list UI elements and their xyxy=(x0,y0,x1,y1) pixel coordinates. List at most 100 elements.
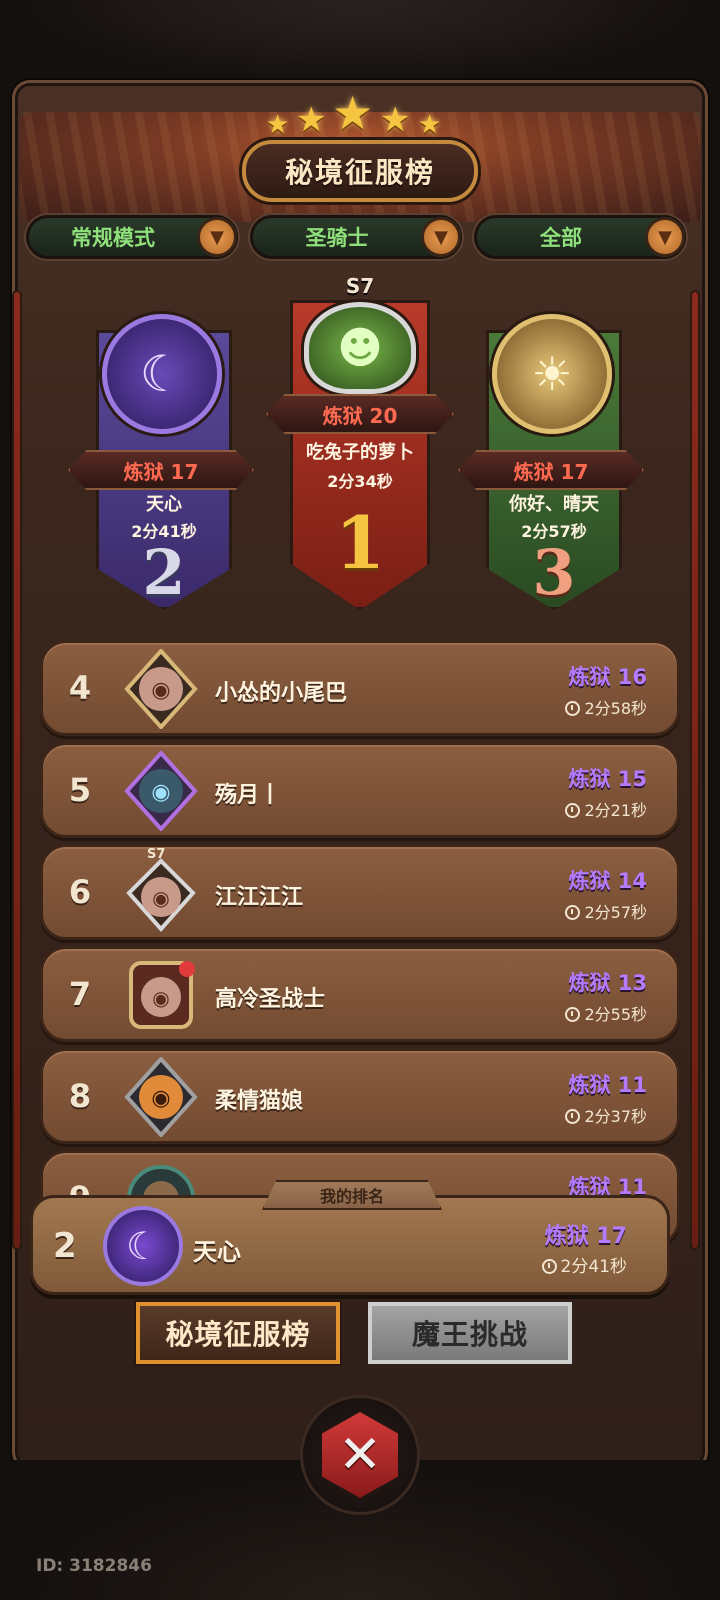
leaderboard-row[interactable]: 7 ◉ 高冷圣战士 炼狱 13 2分55秒 xyxy=(40,946,680,1042)
player-time: 2分34秒 xyxy=(327,472,393,491)
my-rank-card[interactable]: 2 ☾ 天心 炼狱 17 2分41秒 xyxy=(30,1195,670,1295)
tier-label: 炼狱 15 xyxy=(568,767,647,791)
hero-portrait-icon: ☀ xyxy=(531,347,573,401)
user-id-label: ID: 3182846 xyxy=(36,1556,152,1576)
rank-number: 1 xyxy=(334,500,386,585)
player-avatar: ◉ S7 xyxy=(123,847,199,933)
my-avatar: ☾ xyxy=(103,1206,183,1286)
svg-text:◉: ◉ xyxy=(152,986,169,1010)
season-badge: S7 xyxy=(147,847,166,862)
my-rank-number: 2 xyxy=(53,1226,77,1266)
player-avatar: ◉ xyxy=(123,955,199,1035)
row-rank: 5 xyxy=(68,771,92,809)
player-name: 高冷圣战士 xyxy=(215,987,326,1012)
player-avatar: ◉ xyxy=(123,648,199,730)
time-value: 2分21秒 xyxy=(584,801,647,820)
time-value: 2分37秒 xyxy=(584,1107,647,1126)
tier-badge: 炼狱 17 xyxy=(68,450,254,490)
mode-filter-label: 常规模式 xyxy=(71,226,155,250)
tier-label: 炼狱 16 xyxy=(568,665,647,689)
clock-icon xyxy=(565,803,581,818)
star-icon: ★ xyxy=(296,100,327,140)
battle-button[interactable]: ✕ xyxy=(300,1395,420,1515)
tab-demon-challenge[interactable]: 魔王挑战 xyxy=(368,1302,572,1364)
scope-filter-dropdown[interactable]: 全部 ▼ xyxy=(474,215,686,259)
time-value: 2分58秒 xyxy=(584,699,647,718)
page-title-plate: 秘境征服榜 xyxy=(242,140,478,202)
dropdown-arrow-icon[interactable]: ▼ xyxy=(421,217,461,257)
moon-emblem-icon: ☾ xyxy=(125,1224,161,1268)
clock-icon xyxy=(565,701,581,716)
player-avatar: ☾ xyxy=(102,314,222,434)
time-label: 2分55秒 xyxy=(565,1001,647,1025)
tier-label: 炼狱 14 xyxy=(568,869,647,893)
svg-text:◉: ◉ xyxy=(151,780,170,805)
time-label: 2分57秒 xyxy=(565,899,647,923)
player-name: 天心 xyxy=(146,494,182,515)
moon-emblem-icon: ☾ xyxy=(139,345,185,403)
svg-text:◉: ◉ xyxy=(151,1086,170,1111)
time-value: 2分57秒 xyxy=(584,903,647,922)
crossed-swords-icon: ✕ xyxy=(322,1412,398,1498)
top-decoration xyxy=(0,0,720,90)
my-player-name: 天心 xyxy=(193,1238,241,1266)
dropdown-arrow-icon[interactable]: ▼ xyxy=(645,217,685,257)
tier-label: 炼狱 11 xyxy=(568,1073,647,1097)
star-icon: ★ xyxy=(332,86,374,140)
right-side-bar xyxy=(690,290,700,1250)
my-time-value: 2分41秒 xyxy=(560,1257,627,1277)
star-icon: ★ xyxy=(418,110,442,140)
clock-icon xyxy=(565,1109,581,1124)
player-name: 柔情猫娘 xyxy=(215,1089,304,1114)
my-time-label: 2分41秒 xyxy=(541,1252,627,1277)
player-avatar: ◉ xyxy=(123,750,199,832)
player-name: 殇月丨 xyxy=(215,783,282,808)
row-rank: 7 xyxy=(68,975,92,1013)
monster-portrait-icon: ☻ xyxy=(337,322,383,374)
player-name: 你好、晴天 xyxy=(509,494,599,515)
time-label: 2分58秒 xyxy=(565,695,647,719)
scope-filter-label: 全部 xyxy=(540,226,582,250)
clock-icon xyxy=(541,1259,557,1274)
row-rank: 6 xyxy=(68,873,92,911)
svg-text:◉: ◉ xyxy=(151,678,170,703)
class-filter-dropdown[interactable]: 圣骑士 ▼ xyxy=(250,215,462,259)
leaderboard-row[interactable]: 6 ◉ S7 江江江江 炼狱 14 2分57秒 xyxy=(40,844,680,940)
dropdown-arrow-icon[interactable]: ▼ xyxy=(197,217,237,257)
rating-stars: ★ ★ ★ ★ ★ xyxy=(0,86,720,148)
player-name: 吃兔子的萝卜 xyxy=(306,442,414,463)
tier-badge: 炼狱 17 xyxy=(458,450,644,490)
player-avatar: ◉ xyxy=(123,1056,199,1138)
player-name: 小怂的小尾巴 xyxy=(215,681,348,706)
tier-badge: 炼狱 20 xyxy=(266,394,454,434)
season-badge: S7 xyxy=(345,274,375,298)
time-label: 2分37秒 xyxy=(565,1103,647,1127)
podium-first[interactable]: S7 ☻ 炼狱 20 吃兔子的萝卜 2分34秒 1 xyxy=(266,274,454,610)
leaderboard-row[interactable]: 5 ◉ 殇月丨 炼狱 15 2分21秒 xyxy=(40,742,680,838)
class-filter-label: 圣骑士 xyxy=(305,226,369,250)
tab-conquest-leaderboard[interactable]: 秘境征服榜 xyxy=(136,1302,340,1364)
rank-number: 3 xyxy=(532,536,576,609)
player-name: 江江江江 xyxy=(215,885,304,910)
time-label: 2分21秒 xyxy=(565,797,647,821)
time-value: 2分55秒 xyxy=(584,1005,647,1024)
row-rank: 8 xyxy=(68,1077,92,1115)
left-side-bar xyxy=(12,290,22,1250)
star-icon: ★ xyxy=(266,110,290,140)
rank-number: 2 xyxy=(142,536,186,609)
player-avatar: ☻ xyxy=(304,302,416,394)
tier-label: 炼狱 13 xyxy=(568,971,647,995)
page-title: 秘境征服榜 xyxy=(284,156,435,189)
svg-text:◉: ◉ xyxy=(152,886,169,910)
my-rank-tag: 我的排名 xyxy=(262,1180,442,1210)
mode-filter-dropdown[interactable]: 常规模式 ▼ xyxy=(26,215,238,259)
podium-third[interactable]: ☀ 炼狱 17 你好、晴天 2分57秒 3 xyxy=(458,314,644,610)
row-rank: 4 xyxy=(68,669,92,707)
leaderboard-row[interactable]: 8 ◉ 柔情猫娘 炼狱 11 2分37秒 xyxy=(40,1048,680,1144)
player-avatar: ☀ xyxy=(492,314,612,434)
star-icon: ★ xyxy=(380,100,411,140)
clock-icon xyxy=(565,1007,581,1022)
podium-second[interactable]: ☾ 炼狱 17 天心 2分41秒 2 xyxy=(68,314,254,610)
leaderboard-row[interactable]: 4 ◉ 小怂的小尾巴 炼狱 16 2分58秒 xyxy=(40,640,680,736)
clock-icon xyxy=(565,905,581,920)
